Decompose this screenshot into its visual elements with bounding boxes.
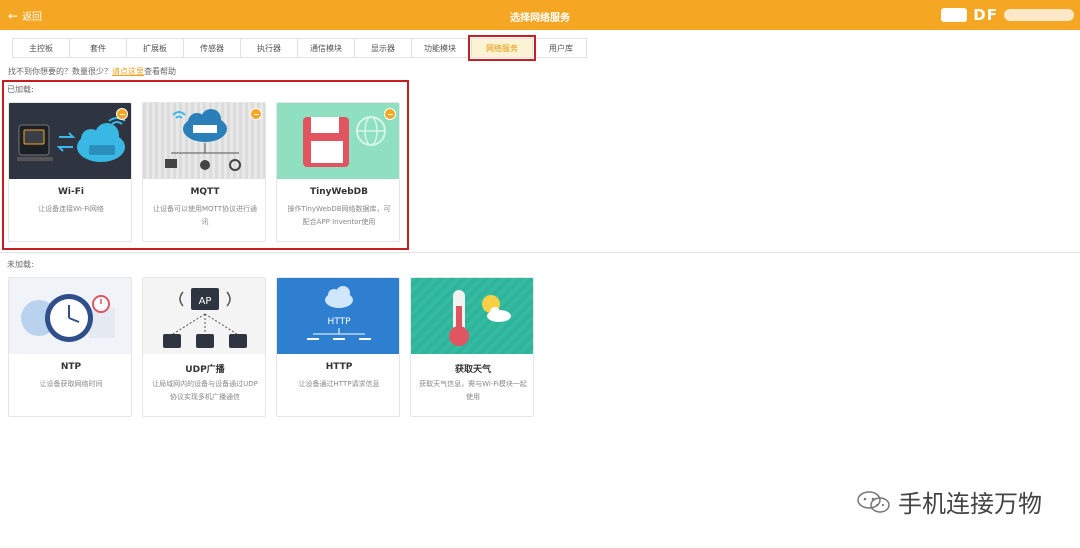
tab-label: 网络服务 [486,43,518,53]
tab-label: 用户库 [549,43,573,53]
tab-label: 主控板 [29,43,53,53]
brand-blurred-text [1004,9,1074,21]
help-text: 找不到你想要的？数量很少？请点这里查看帮助 [8,66,176,77]
tab-function-module[interactable]: 功能模块 [411,38,469,58]
tab-label: 执行器 [257,43,281,53]
card-name: MQTT [190,187,220,197]
card-ntp[interactable]: NTP 让设备获取网络时间 [8,277,132,417]
weather-icon [411,278,533,354]
help-link[interactable]: 请点这里 [112,67,144,76]
tab-label: 传感器 [200,43,224,53]
loaded-badge-icon [250,108,262,120]
tab-sensor[interactable]: 传感器 [183,38,241,58]
cart-icon [941,8,968,22]
top-bar: ← 返回 选择网络服务 DF [0,0,1080,30]
wechat-icon [856,490,892,514]
brand-logo: DF [941,6,1074,24]
card-name: TinyWebDB [310,187,368,197]
card-description: 让局域网内的设备与设备通过UDP协议实现多机广播通信 [152,380,258,401]
card-name: Wi-Fi [58,187,84,197]
card-description: 操作TinyWebDB网络数据库，可配合APP Inventor使用 [287,205,391,226]
tab-network-service[interactable]: 网络服务 [468,35,536,61]
card-description: 让设备可以使用MQTT协议进行通讯 [153,205,257,226]
tab-label: 扩展板 [143,43,167,53]
watermark: 手机连接万物 [856,484,1042,519]
help-suffix: 查看帮助 [144,67,176,76]
card-description: 获取天气信息，需与Wi-Fi模块一起使用 [419,380,527,401]
svg-text:HTTP: HTTP [327,317,351,327]
page-title: 选择网络服务 [510,13,570,24]
tab-expansion-board[interactable]: 扩展板 [126,38,184,58]
card-tinywebdb[interactable]: TinyWebDB 操作TinyWebDB网络数据库，可配合APP Invent… [276,102,400,242]
tab-label: 通信模块 [310,43,342,53]
help-prefix: 找不到你想要的？数量很少？ [8,67,112,76]
watermark-text: 手机连接万物 [898,490,1042,518]
tab-user-library[interactable]: 用户库 [535,38,587,58]
udp-ap-icon: AP [143,278,265,354]
tab-kit[interactable]: 套件 [69,38,127,58]
svg-text:AP: AP [199,296,212,307]
card-http[interactable]: HTTP HTTP 让设备通过HTTP请求信息 [276,277,400,417]
card-description: 让设备获取网络时间 [39,380,103,388]
tab-display[interactable]: 显示器 [354,38,412,58]
mqtt-cloud-icon [143,103,265,179]
card-name: HTTP [325,362,353,372]
section-divider [0,252,1080,253]
card-description: 让设备连接Wi-Fi网络 [38,205,104,213]
tab-main-board[interactable]: 主控板 [12,38,70,58]
wifi-cloud-icon [9,103,131,179]
floppy-disk-icon [277,103,399,179]
tab-label: 功能模块 [424,43,456,53]
card-wifi[interactable]: Wi-Fi 让设备连接Wi-Fi网络 [8,102,132,242]
loaded-badge-icon [116,108,128,120]
clock-icon [9,278,131,354]
tab-label: 显示器 [371,43,395,53]
tab-communication[interactable]: 通信模块 [297,38,355,58]
unloaded-section-label: 未加载: [7,260,34,269]
card-description: 让设备通过HTTP请求信息 [298,380,380,388]
card-udp-broadcast[interactable]: AP UDP广播 让局域网内的设备与设备通过UDP协议实现多机广播通信 [142,277,266,417]
http-cloud-icon: HTTP [277,278,399,354]
card-name: UDP广播 [185,365,225,375]
tab-actuator[interactable]: 执行器 [240,38,298,58]
brand-text: DF [973,6,998,24]
card-name: 获取天气 [454,365,491,375]
category-tabs: 主控板 套件 扩展板 传感器 执行器 通信模块 显示器 功能模块 网络服务 用户… [12,35,587,61]
tab-label: 套件 [90,43,106,53]
card-name: NTP [60,362,82,372]
card-get-weather[interactable]: 获取天气 获取天气信息，需与Wi-Fi模块一起使用 [410,277,534,417]
card-mqtt[interactable]: MQTT 让设备可以使用MQTT协议进行通讯 [142,102,266,242]
loaded-badge-icon [384,108,396,120]
